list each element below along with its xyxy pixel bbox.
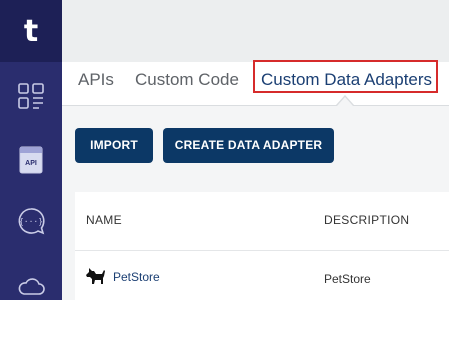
dog-icon	[86, 268, 105, 284]
tab-indicator-caret-fill	[337, 97, 353, 106]
sidebar-item-dashboard[interactable]	[0, 74, 62, 118]
tab-custom-code[interactable]: Custom Code	[135, 65, 239, 95]
api-badge-text: API	[25, 160, 37, 167]
api-document-icon: API	[19, 146, 43, 174]
sidebar-item-custom-code[interactable]: {···}	[0, 199, 62, 243]
data-adapters-table: NAME DESCRIPTION PetStore PetStore	[75, 192, 449, 300]
sidebar-item-cloud[interactable]	[0, 264, 62, 308]
active-tab-highlight	[253, 60, 438, 93]
table-divider	[75, 250, 449, 251]
sidebar: t API {···}	[0, 0, 62, 300]
logo-letter: t	[23, 13, 39, 49]
tab-apis[interactable]: APIs	[78, 65, 114, 95]
create-data-adapter-button[interactable]: CREATE DATA ADAPTER	[163, 128, 334, 163]
column-header-name[interactable]: NAME	[86, 213, 122, 227]
top-bar	[62, 0, 449, 62]
sidebar-item-apis[interactable]: API	[0, 138, 62, 182]
column-header-description[interactable]: DESCRIPTION	[324, 213, 409, 227]
adapter-description: PetStore	[324, 272, 371, 286]
cloud-icon	[18, 278, 45, 295]
code-badge-text: {···}	[19, 217, 43, 226]
import-button[interactable]: IMPORT	[75, 128, 153, 163]
app-logo[interactable]: t	[0, 0, 62, 62]
adapter-name-link[interactable]: PetStore	[113, 270, 160, 284]
code-chat-icon: {···}	[18, 208, 45, 235]
dashboard-icon	[18, 83, 44, 109]
